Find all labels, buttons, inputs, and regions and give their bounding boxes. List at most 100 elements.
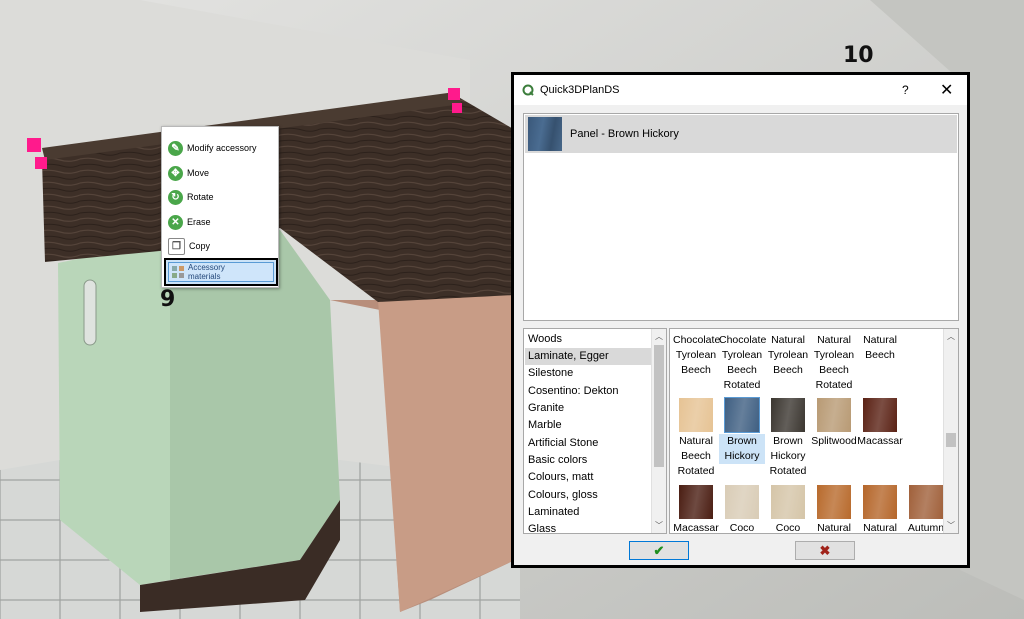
category-item[interactable]: Basic colors — [525, 452, 652, 469]
wrench-icon: ✎ — [168, 140, 183, 156]
material-item[interactable]: Brown Hickory Rotated — [765, 398, 811, 479]
material-label: Coco — [719, 521, 765, 533]
cancel-button[interactable]: ✖ — [795, 541, 855, 560]
material-label-line: Natural — [817, 334, 851, 346]
menu-item-modify-accessory[interactable]: ✎ Modify accessory — [168, 138, 257, 158]
material-item[interactable]: Natural Beech — [857, 329, 903, 363]
menu-item-label-line1: Accessory — [188, 263, 225, 272]
material-label-line: Beech — [681, 364, 711, 376]
material-label-line: Beech — [773, 364, 803, 376]
material-scrollbar[interactable]: ︿ ﹀ — [943, 329, 958, 533]
category-item[interactable]: Artificial Stone — [525, 435, 652, 452]
menu-item-label: Modify accessory — [187, 143, 257, 153]
menu-item-label: Erase — [187, 217, 211, 227]
material-item[interactable]: Natural Beech Rotated — [673, 398, 719, 479]
material-item-selected[interactable]: Brown Hickory — [719, 397, 765, 464]
category-item[interactable]: Colours, gloss — [525, 487, 652, 504]
material-item[interactable]: Macassar — [857, 398, 903, 449]
material-swatch — [863, 398, 897, 432]
material-item[interactable]: Coco — [719, 485, 765, 533]
material-label-line: Coco — [775, 522, 801, 534]
category-scrollbar[interactable]: ︿ ﹀ — [651, 329, 666, 533]
menu-item-copy[interactable]: ❐ Copy — [168, 236, 210, 256]
move-icon: ✥ — [168, 165, 183, 181]
material-label-line: Beech — [681, 450, 711, 462]
dialog-titlebar[interactable]: Quick3DPlanDS ? ✕ — [514, 75, 967, 105]
current-material-panel: Panel - Brown Hickory — [523, 113, 959, 321]
material-item[interactable]: Natural Tyrolean Beech Rotated — [811, 328, 857, 393]
material-label-line: Natural — [679, 435, 713, 447]
material-swatch-partial — [817, 328, 851, 329]
menu-item-label: Move — [187, 168, 210, 178]
material-label-line: Tyrolean — [721, 349, 763, 361]
menu-item-accessory-materials[interactable]: Accessory materials — [164, 258, 278, 286]
close-button[interactable]: ✕ — [940, 80, 953, 100]
material-label: Coco — [765, 521, 811, 534]
material-swatch — [771, 398, 805, 432]
material-item[interactable]: Coco — [765, 485, 811, 534]
menu-item-erase[interactable]: ✕ Erase — [168, 212, 211, 232]
menu-item-move[interactable]: ✥ Move — [168, 163, 209, 183]
material-item[interactable]: Splitwood — [811, 398, 857, 449]
material-label-line: Brown — [773, 435, 803, 447]
category-item[interactable]: Laminated — [525, 504, 652, 521]
material-item[interactable]: Chocolate Tyrolean Beech Rotated — [719, 329, 766, 393]
material-item[interactable]: Natural — [857, 485, 903, 534]
material-label-line: Tyrolean — [767, 349, 809, 361]
material-label: Brown Hickory — [719, 434, 765, 464]
material-swatch — [679, 485, 713, 519]
material-label-line: Rotated — [723, 379, 761, 391]
material-label: Natural — [811, 521, 857, 533]
rotate-icon: ↻ — [168, 189, 183, 205]
material-swatch-partial — [679, 328, 713, 329]
material-swatch — [724, 397, 760, 433]
material-label-line: Splitwood — [811, 435, 857, 447]
material-item[interactable]: Natural Tyrolean Beech — [765, 328, 811, 378]
scroll-down-icon[interactable]: ﹀ — [655, 520, 663, 531]
scrollbar-thumb[interactable] — [946, 433, 956, 447]
material-item[interactable]: Chocolate Tyrolean Beech — [673, 328, 720, 378]
material-label-line: Tyrolean — [675, 349, 717, 361]
category-item[interactable]: Colours, matt — [525, 469, 652, 486]
material-label-line: Natural — [863, 334, 897, 346]
category-item[interactable]: Granite — [525, 400, 652, 417]
help-button[interactable]: ? — [902, 83, 909, 97]
material-swatch — [863, 485, 897, 519]
scrollbar-thumb[interactable] — [654, 345, 664, 467]
material-label-line: Beech — [865, 349, 895, 361]
category-item[interactable]: Silestone — [525, 365, 652, 382]
checkmark-icon: ✔ — [653, 542, 665, 558]
category-item[interactable]: Marble — [525, 417, 652, 434]
current-material-swatch — [528, 117, 562, 151]
material-item[interactable]: Macassar — [673, 485, 719, 533]
context-menu: ✎ Modify accessory ✥ Move ↻ Rotate ✕ Era… — [161, 126, 279, 288]
category-item[interactable]: Cosentino: Dekton — [525, 383, 652, 400]
material-label: Macassar — [857, 434, 903, 449]
ok-button[interactable]: ✔ — [629, 541, 689, 560]
menu-item-rotate[interactable]: ↻ Rotate — [168, 187, 214, 207]
material-swatch-partial — [771, 328, 805, 329]
material-item[interactable]: Natural — [811, 485, 857, 533]
category-item-selected[interactable]: Laminate, Egger — [525, 348, 652, 365]
category-item[interactable]: Woods — [525, 331, 652, 348]
scroll-up-icon[interactable]: ︿ — [655, 331, 663, 342]
category-list[interactable]: Woods Laminate, Egger Silestone Cosentin… — [523, 328, 667, 534]
menu-item-label: Rotate — [187, 192, 214, 202]
step-9-marker: 9 — [160, 287, 176, 312]
material-grid[interactable]: Chocolate Tyrolean Beech Chocolate Tyrolean B… — [669, 328, 959, 534]
app-logo-icon — [522, 84, 534, 96]
scroll-up-icon[interactable]: ︿ — [947, 331, 955, 342]
material-swatch — [909, 485, 943, 519]
materials-dialog: Quick3DPlanDS ? ✕ Panel - Brown Hickory … — [511, 72, 970, 568]
category-item[interactable]: Glass — [525, 521, 652, 533]
copy-icon: ❐ — [168, 237, 185, 255]
material-label-line: Natural — [863, 522, 897, 534]
material-swatch — [771, 485, 805, 519]
material-label: Natural Tyrolean Beech — [765, 333, 811, 378]
trash-icon: ✕ — [168, 214, 183, 230]
cross-icon: ✖ — [819, 542, 831, 558]
material-label-line: Tyrolean — [813, 349, 855, 361]
current-material-row[interactable]: Panel - Brown Hickory — [525, 115, 957, 153]
scroll-down-icon[interactable]: ﹀ — [947, 520, 955, 531]
material-label: Chocolate Tyrolean Beech Rotated — [719, 333, 766, 393]
